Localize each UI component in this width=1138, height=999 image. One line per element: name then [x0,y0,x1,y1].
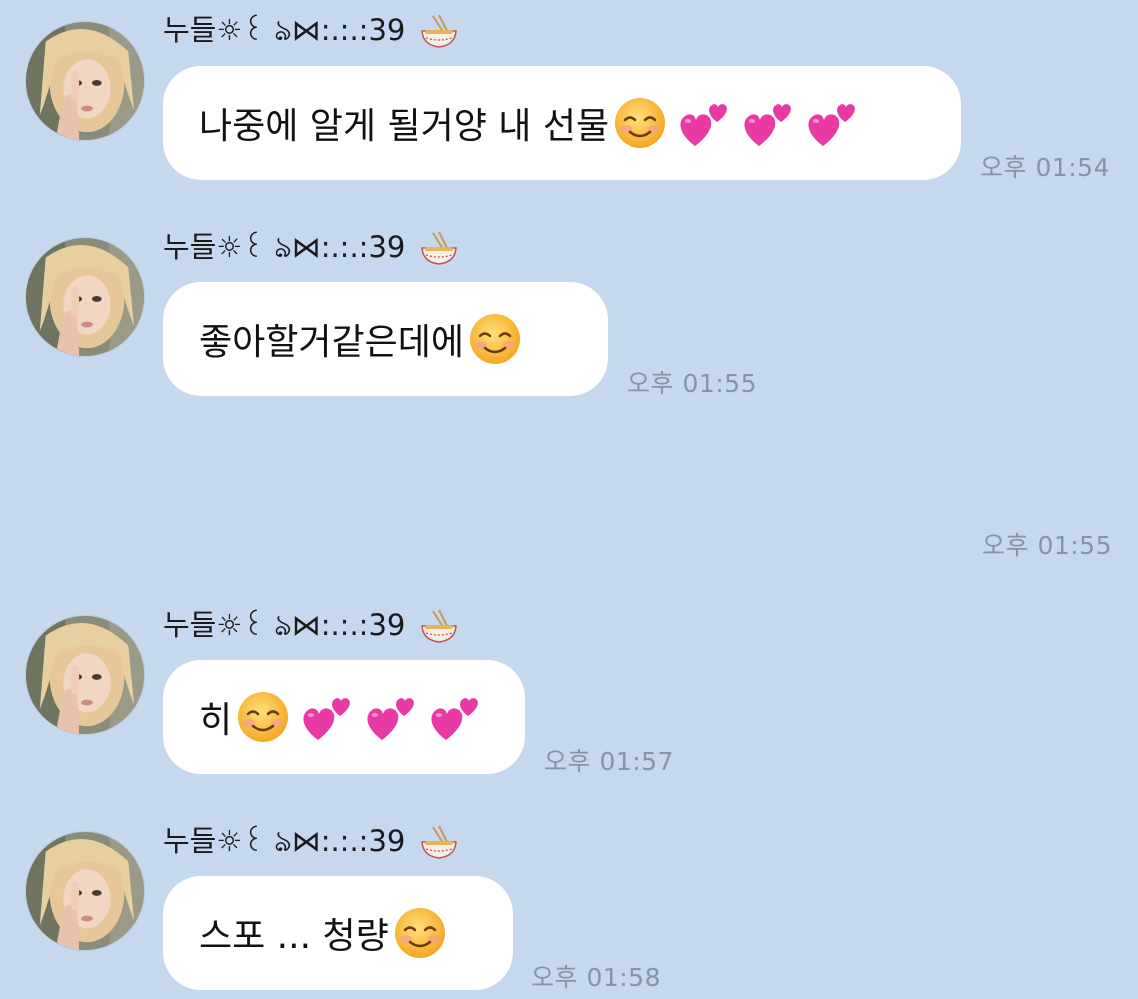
sender-name-text: 누들☼꒰ ঌ⋈:.:.:39 [163,608,406,642]
sender-name-text: 누들☼꒰ ঌ⋈:.:.:39 [163,824,406,858]
two-hearts-emoji-icon [739,96,795,150]
sender-name-text: 누들☼꒰ ঌ⋈:.:.:39 [163,13,406,47]
message-text: 스포 ... 청량 [199,916,389,957]
smiling-face-emoji-icon [236,690,290,744]
two-hearts-emoji-icon [675,96,731,150]
noodle-bowl-icon [419,14,459,50]
message-timestamp: 오후 01:57 [544,747,674,776]
message-bubble[interactable]: 나중에 알게 될거양 내 선물 [163,66,961,180]
sender-name: 누들☼꒰ ঌ⋈:.:.:39 [163,229,459,269]
two-hearts-emoji-icon [362,690,418,744]
standalone-timestamp: 오후 01:55 [982,531,1112,560]
sender-name: 누들☼꒰ ঌ⋈:.:.:39 [163,12,459,52]
avatar[interactable] [25,237,145,357]
message-text: 나중에 알게 될거양 내 선물 [199,106,610,147]
message-bubble[interactable]: 스포 ... 청량 [163,876,513,990]
sender-name: 누들☼꒰ ঌ⋈:.:.:39 [163,823,459,863]
smiling-face-emoji-icon [613,96,667,150]
avatar[interactable] [25,615,145,735]
message-bubble[interactable]: 히 [163,660,525,774]
avatar[interactable] [25,831,145,951]
smiling-face-emoji-icon [468,312,522,366]
sender-name: 누들☼꒰ ঌ⋈:.:.:39 [163,607,459,647]
two-hearts-emoji-icon [298,690,354,744]
two-hearts-emoji-icon [426,690,482,744]
message-timestamp: 오후 01:54 [980,153,1110,182]
message-text: 히 [199,700,233,741]
noodle-bowl-icon [419,825,459,861]
message-bubble[interactable]: 좋아할거같은데에 [163,282,608,396]
noodle-bowl-icon [419,609,459,645]
sender-name-text: 누들☼꒰ ঌ⋈:.:.:39 [163,230,406,264]
message-text: 좋아할거같은데에 [199,322,464,363]
message-timestamp: 오후 01:58 [531,963,661,992]
avatar[interactable] [25,21,145,141]
two-hearts-emoji-icon [803,96,859,150]
smiling-face-emoji-icon [393,906,447,960]
message-timestamp: 오후 01:55 [627,369,757,398]
noodle-bowl-icon [419,231,459,267]
